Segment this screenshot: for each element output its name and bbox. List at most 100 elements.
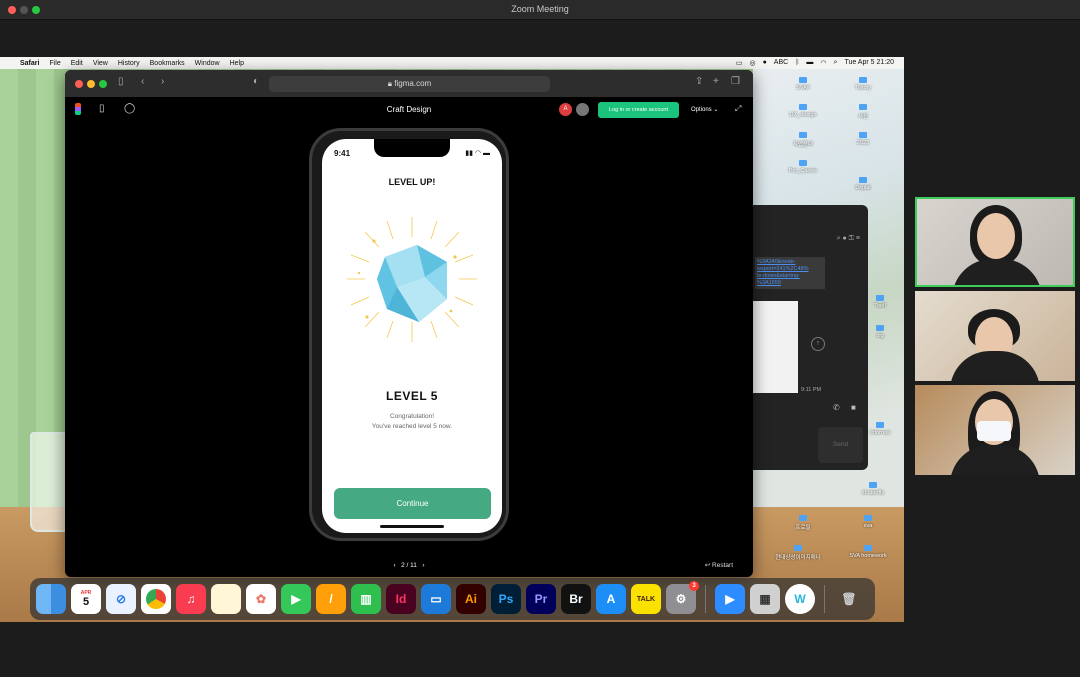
trash-icon[interactable]: 🗑︎: [834, 584, 864, 614]
safari-toolbar: ▯ ‹ › ◐ 🔒︎ figma.com ⇪ + ❐: [65, 70, 753, 97]
back-icon[interactable]: ‹: [141, 76, 144, 87]
restart-button[interactable]: ↩ Restart: [705, 561, 733, 569]
desktop-icon[interactable]: Tistory: [835, 77, 891, 91]
phone-icon[interactable]: ✆: [833, 403, 840, 412]
desktop-icon[interactable]: UX_design: [775, 104, 831, 118]
home-indicator: [380, 525, 444, 528]
search-icon[interactable]: ⌕: [834, 59, 838, 67]
restart-label: Restart: [712, 562, 733, 569]
photoshop-icon[interactable]: Ps: [491, 584, 521, 614]
bluetooth-icon[interactable]: ᛒ: [795, 59, 799, 67]
phone-screen: 9:41 ▮▮ ◠ ▬ LEVEL UP! LEVEL 5 Congratula…: [322, 139, 502, 533]
menu-app-name[interactable]: Safari: [20, 60, 39, 67]
participant-body: [950, 445, 1040, 475]
tab-overview-icon[interactable]: ❐: [731, 76, 740, 87]
indesign-icon[interactable]: Id: [386, 584, 416, 614]
wifi-icon[interactable]: ◠: [820, 59, 826, 67]
safari-close-icon[interactable]: [75, 80, 83, 88]
photos-icon[interactable]: ✿: [246, 584, 276, 614]
desktop-icon[interactable]: 프로필: [775, 515, 831, 531]
chat-link-message[interactable]: %3A240&node- wsport=241%2C48% le-down&st…: [755, 257, 825, 289]
desktop-icon[interactable]: 현대상성이미지매니: [770, 545, 826, 561]
battery-icon[interactable]: ▬: [806, 59, 813, 67]
safari-minimize-icon[interactable]: [87, 80, 95, 88]
level-up-heading: LEVEL UP!: [388, 177, 436, 187]
music-icon[interactable]: ♫: [176, 584, 206, 614]
menu-help[interactable]: Help: [230, 60, 244, 67]
keynote-icon[interactable]: ▭: [421, 584, 451, 614]
forward-icon[interactable]: ›: [161, 76, 164, 87]
avatar[interactable]: [576, 103, 589, 116]
desktop-icon[interactable]: shutterfly: [845, 482, 901, 496]
menu-history[interactable]: History: [118, 60, 140, 67]
clock[interactable]: Tue Apr 5 21:20: [844, 59, 894, 67]
login-button[interactable]: Log in or create account: [598, 102, 679, 118]
desktop-icon[interactable]: Digital: [835, 177, 891, 191]
calculator-icon[interactable]: ▦: [750, 584, 780, 614]
video-icon[interactable]: ■: [851, 403, 856, 412]
input-abc[interactable]: ABC: [774, 59, 788, 67]
new-tab-icon[interactable]: +: [713, 76, 719, 87]
safari-maximize-icon[interactable]: [99, 80, 107, 88]
calendar-day: 5: [82, 596, 90, 608]
desktop-icon[interactable]: sva: [840, 515, 896, 529]
participant-video-tile[interactable]: [915, 197, 1075, 287]
safari-icon[interactable]: ⊘: [106, 584, 136, 614]
menu-file[interactable]: File: [49, 60, 60, 67]
url-text: figma.com: [394, 79, 432, 88]
menu-view[interactable]: View: [93, 60, 108, 67]
next-slide-icon[interactable]: ›: [422, 562, 424, 569]
status-icons: ▮▮ ◠ ▬: [465, 150, 490, 157]
participant-body: [950, 351, 1040, 381]
shared-screen: Safari File Edit View History Bookmarks …: [0, 57, 904, 622]
send-button[interactable]: Send: [818, 427, 863, 463]
phone-notch: [374, 139, 450, 157]
sidebar-icon[interactable]: ▯: [118, 76, 124, 87]
desktop-icon[interactable]: 사진: [835, 104, 891, 120]
chrome-icon[interactable]: [141, 584, 171, 614]
illustrator-icon[interactable]: Ai: [456, 584, 486, 614]
menu-edit[interactable]: Edit: [71, 60, 83, 67]
chat-window: ⌕ ● ⚿ ≡ %3A240&node- wsport=241%2C48% le…: [753, 205, 868, 470]
desktop-icon[interactable]: 2023: [835, 132, 891, 146]
record-icon[interactable]: ●: [763, 59, 767, 67]
bridge-icon[interactable]: Br: [561, 584, 591, 614]
options-label: Options: [691, 107, 712, 113]
chat-toolbar-icons[interactable]: ⌕ ● ⚿ ≡: [837, 235, 860, 243]
chat-image-thumbnail[interactable]: [753, 301, 798, 393]
phone-frame: 9:41 ▮▮ ◠ ▬ LEVEL UP! LEVEL 5 Congratula…: [309, 128, 509, 541]
desktop-icon[interactable]: Pro_Career: [775, 160, 831, 174]
privacy-shield-icon[interactable]: ◐: [253, 76, 259, 87]
calendar-icon[interactable]: APR 5: [71, 584, 101, 614]
appstore-icon[interactable]: A: [596, 584, 626, 614]
kakaotalk-icon[interactable]: TALK: [631, 584, 661, 614]
screen-icon[interactable]: ▭: [736, 59, 743, 67]
menu-bookmarks[interactable]: Bookmarks: [150, 60, 185, 67]
sync-icon[interactable]: ◎: [749, 59, 755, 67]
options-menu[interactable]: Options ⌄: [691, 106, 718, 113]
desktop-icon[interactable]: 작업폴더: [775, 132, 831, 148]
w-app-icon[interactable]: W: [785, 584, 815, 614]
desktop-icon[interactable]: SVA#: [775, 77, 831, 91]
facetime-icon[interactable]: ▶: [281, 584, 311, 614]
desktop-icon[interactable]: SVA homework: [840, 545, 896, 559]
slide-pager: ‹ 2 / 11 ›: [65, 562, 753, 569]
pages-icon[interactable]: /: [316, 584, 346, 614]
notes-icon[interactable]: [211, 584, 241, 614]
prev-slide-icon[interactable]: ‹: [394, 562, 396, 569]
face-mask: [977, 421, 1011, 441]
premiere-icon[interactable]: Pr: [526, 584, 556, 614]
participant-video-tile[interactable]: [915, 385, 1075, 475]
expand-icon[interactable]: ⤢: [735, 104, 741, 114]
participant-video-tile[interactable]: [915, 291, 1075, 381]
numbers-icon[interactable]: ▥: [351, 584, 381, 614]
share-icon[interactable]: ⇪: [695, 76, 703, 87]
settings-icon[interactable]: ⚙ 3: [666, 581, 699, 614]
continue-button[interactable]: Continue: [334, 488, 491, 519]
address-bar[interactable]: 🔒︎ figma.com: [269, 76, 550, 92]
zoom-icon[interactable]: ▶: [715, 584, 745, 614]
menu-window[interactable]: Window: [195, 60, 220, 67]
avatar[interactable]: A: [559, 103, 572, 116]
finder-icon[interactable]: [36, 584, 66, 614]
share-icon[interactable]: ↑: [811, 337, 825, 351]
